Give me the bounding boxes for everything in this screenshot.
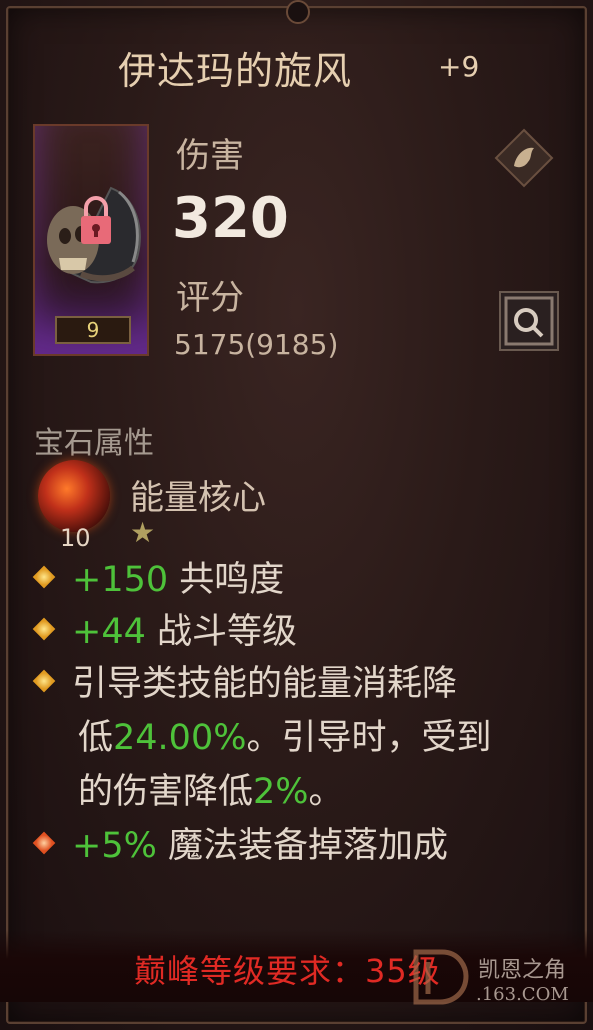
item-level-badge: 9 — [55, 316, 131, 344]
bullet-icon — [32, 617, 56, 641]
bullet-icon — [32, 669, 56, 693]
salvage-diamond-icon[interactable] — [494, 128, 554, 188]
special-bullet-icon — [32, 831, 56, 855]
power-core-gem-icon[interactable] — [38, 460, 110, 532]
affix-channel-cost-line3: 的伤害降低2%。 — [78, 772, 344, 812]
watermark-site-name: 凯恩之角 — [478, 958, 567, 983]
helmet-icon — [47, 186, 141, 284]
lock-icon — [81, 196, 111, 244]
bullet-icon — [32, 565, 56, 589]
star-icon: ★ — [130, 516, 156, 549]
affix-channel-cost-line2: 低24.00%。引导时，受到 — [78, 718, 492, 758]
damage-value: 320 — [172, 186, 289, 251]
watermark-url: .163.COM — [476, 984, 569, 1005]
inspect-magnifier-icon[interactable] — [498, 290, 560, 352]
top-ornament-icon — [286, 0, 310, 24]
affix-resonance: +150 共鸣度 — [32, 554, 284, 606]
gem-level: 10 — [60, 524, 91, 552]
gem-name: 能量核心 — [130, 478, 266, 518]
gem-section-title: 宝石属性 — [34, 426, 154, 461]
damage-label: 伤害 — [176, 136, 244, 176]
score-label: 评分 — [176, 278, 244, 318]
item-name: 伊达玛的旋风 — [118, 49, 353, 93]
paragon-requirement: 巅峰等级要求：35级 — [134, 952, 441, 990]
affix-magic-find: +5% 魔法装备掉落加成 — [32, 820, 448, 872]
affix-channel-cost: 引导类技能的能量消耗降 — [32, 658, 457, 710]
upgrade-level: +9 — [438, 50, 480, 83]
item-icon-slot[interactable]: 9 — [33, 124, 149, 356]
item-tooltip-panel: 伊达玛的旋风 +9 9 伤害 320 评分 5175(9185) 宝石属性 10… — [0, 0, 593, 1030]
affix-combat-rating: +44 战斗等级 — [32, 606, 297, 658]
site-logo-icon — [413, 949, 469, 1005]
score-value: 5175(9185) — [174, 328, 339, 361]
